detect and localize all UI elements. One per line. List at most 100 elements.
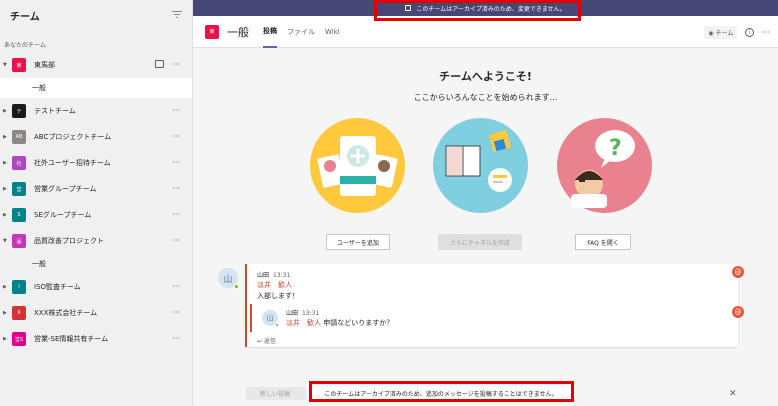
welcome-section: チームへようこそ! ここからいろんなことを始められます... — [193, 68, 778, 103]
more-options-icon[interactable]: ··· — [172, 132, 180, 141]
reply-link-label: 返信 — [263, 338, 276, 345]
team-item[interactable]: ▶ AB ABCプロジェクトチーム ··· — [0, 124, 192, 150]
team-avatar: 東 — [12, 58, 26, 72]
header-actions: ◉ チーム i ··· — [704, 26, 770, 39]
new-post-label: 新しい投稿 — [260, 391, 291, 398]
sidebar-header: チーム — [0, 0, 192, 30]
channel-item-general[interactable]: 一般 — [0, 78, 192, 98]
avatar[interactable]: 山 — [218, 268, 239, 289]
team-item[interactable]: ▶ 営S 営業-SE情報共有チーム ··· — [0, 326, 192, 352]
create-channel-button[interactable]: さらにチャネルを作成 — [438, 234, 522, 250]
team-item[interactable]: ▶ I ISO監査チーム ··· — [0, 274, 192, 300]
reply-author: 山田 — [286, 310, 299, 317]
team-avatar: X — [12, 306, 26, 320]
reply-time: 13:31 — [302, 310, 320, 317]
reply-card: 山 山田 13:31 淡井 歓人 申請などいりますか？ — [250, 304, 738, 332]
team-item[interactable]: ▶ テ テストチーム ··· — [0, 98, 192, 124]
message-time: 13:31 — [273, 272, 291, 279]
team-avatar: S — [12, 208, 26, 222]
avatar-initial: 山 — [223, 274, 233, 285]
eye-icon: ◉ — [708, 30, 716, 37]
reply-link[interactable]: ↩ 返信 — [257, 336, 276, 345]
more-options-icon[interactable]: ··· — [172, 106, 180, 115]
more-options-icon[interactable]: ··· — [762, 28, 770, 37]
message-body: 入部します！ — [257, 292, 299, 300]
chevron-down-icon[interactable]: ▼ — [3, 62, 9, 68]
avatar[interactable]: 山 — [262, 310, 279, 327]
reply-arrow-icon: ↩ — [257, 338, 264, 345]
tab-files[interactable]: ファイル — [287, 16, 315, 48]
section-label: あなたのチーム — [4, 42, 46, 49]
team-item[interactable]: ▼ 品 品質改善プロジェクト ··· — [0, 228, 192, 254]
new-post-button[interactable]: 新しい投稿 — [246, 387, 306, 400]
more-options-icon[interactable]: ··· — [172, 184, 180, 193]
team-item[interactable]: ▼ 東 東馬部 ··· — [0, 52, 192, 78]
filter-icon[interactable] — [172, 11, 182, 19]
team-name: 東馬部 — [34, 61, 55, 69]
mention-tag[interactable]: 淡井 歓人 — [257, 280, 292, 290]
reply-text: 淡井 歓人 申請などいりますか？ — [286, 318, 393, 328]
team-name: ISO監査チーム — [34, 283, 81, 291]
info-icon[interactable]: i — [745, 28, 755, 37]
more-options-icon[interactable]: ··· — [172, 158, 180, 167]
team-item[interactable]: ▶ S SEグループチーム ··· — [0, 202, 192, 228]
more-options-icon[interactable]: ··· — [172, 210, 180, 219]
team-name: SEグループチーム — [34, 211, 92, 219]
channel-item-general[interactable]: 一般 — [0, 254, 192, 274]
team-chip[interactable]: ◉ チーム — [704, 26, 738, 39]
add-users-button[interactable]: ユーザーを追加 — [326, 234, 390, 250]
chevron-down-icon[interactable]: ▼ — [3, 238, 9, 244]
team-avatar: I — [12, 280, 26, 294]
chevron-right-icon[interactable]: ▶ — [3, 284, 9, 290]
chevron-right-icon[interactable]: ▶ — [3, 160, 9, 166]
team-item[interactable]: ▶ 営 営業グループチーム ··· — [0, 176, 192, 202]
more-options-icon[interactable]: ··· — [172, 334, 180, 343]
welcome-subtitle: ここからいろんなことを始められます... — [413, 93, 558, 102]
team-avatar: 営S — [12, 332, 26, 346]
team-chip-label: チーム — [715, 30, 734, 37]
chevron-right-icon[interactable]: ▶ — [3, 134, 9, 140]
message-author: 山田 — [257, 272, 270, 279]
chevron-right-icon[interactable]: ▶ — [3, 336, 9, 342]
team-name: 営業グループチーム — [34, 185, 97, 193]
presence-icon — [234, 284, 239, 289]
chevron-right-icon[interactable]: ▶ — [3, 186, 9, 192]
team-item[interactable]: ▶ X XXX株式会社チーム ··· — [0, 300, 192, 326]
message-meta: 山田 13:31 — [257, 270, 290, 279]
chevron-right-icon[interactable]: ▶ — [3, 108, 9, 114]
close-icon[interactable]: ✕ — [729, 389, 737, 399]
team-avatar: テ — [12, 104, 26, 118]
team-name: 社外ユーザー招待チーム — [34, 159, 111, 167]
team-name: ABCプロジェクトチーム — [34, 133, 112, 141]
team-avatar: 品 — [12, 234, 26, 248]
more-options-icon[interactable]: ··· — [172, 308, 180, 317]
svg-text:?: ? — [609, 136, 622, 161]
team-item[interactable]: ▶ 社 社外ユーザー招待チーム ··· — [0, 150, 192, 176]
more-options-icon[interactable]: ··· — [172, 60, 180, 69]
highlight-box — [309, 381, 574, 402]
open-faq-button[interactable]: FAQ を開く — [575, 234, 631, 250]
team-name: 品質改善プロジェクト — [34, 237, 104, 245]
avatar-initial: 山 — [266, 314, 274, 322]
presence-icon — [275, 323, 279, 327]
reply-meta: 山田 13:31 — [286, 308, 319, 317]
message-card: 山田 13:31 淡井 歓人 入部します！ 山 山田 13:31 淡井 歓人 申請な… — [245, 264, 738, 347]
team-avatar: 営 — [12, 182, 26, 196]
faq-illustration: ? — [557, 118, 652, 213]
more-options-icon[interactable]: ··· — [172, 282, 180, 291]
archive-icon[interactable] — [155, 60, 164, 68]
tab-posts[interactable]: 投稿 — [263, 16, 277, 48]
mention-icon: @ — [732, 306, 744, 318]
tab-wiki[interactable]: Wiki — [325, 16, 340, 48]
mention-tag[interactable]: 淡井 歓人 — [286, 319, 321, 327]
teams-sidebar: チーム あなたのチーム ▼ 東 東馬部 ··· 一般 ▶ テ テストチーム ··… — [0, 0, 193, 406]
channel-pane: このチームはアーカイブ済みのため、変更できません。 東 一般 投稿 ファイル W… — [193, 0, 778, 406]
chevron-right-icon[interactable]: ▶ — [3, 212, 9, 218]
chevron-right-icon[interactable]: ▶ — [3, 310, 9, 316]
welcome-title: チームへようこそ! — [439, 70, 532, 83]
create-channel-illustration — [433, 118, 528, 213]
team-name: XXX株式会社チーム — [34, 309, 98, 317]
more-options-icon[interactable]: ··· — [172, 236, 180, 245]
team-avatar: 社 — [12, 156, 26, 170]
sidebar-title: チーム — [10, 11, 40, 23]
